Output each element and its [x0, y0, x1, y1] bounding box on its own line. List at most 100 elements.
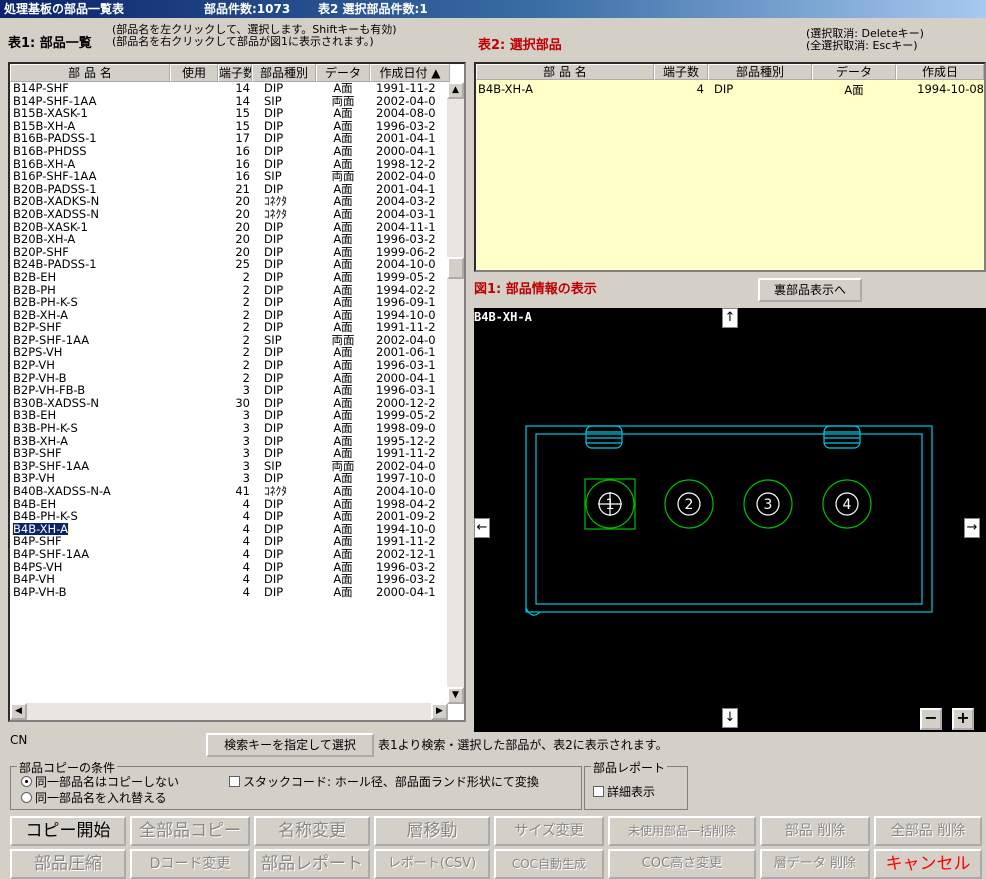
back-side-button[interactable]: 裏部品表示へ: [758, 278, 862, 302]
coc-auto-button[interactable]: COC自動生成: [494, 849, 604, 879]
table-row[interactable]: B2PS-VH 2 DIP A面 2001-06-1: [10, 346, 448, 359]
table-row[interactable]: B4P-SHF-1AA 4 DIP A面 2002-12-1: [10, 548, 448, 561]
table-row[interactable]: B2P-VH 2 DIP A面 1996-03-1: [10, 359, 448, 372]
layer-move-button[interactable]: 層移動: [374, 816, 490, 846]
parts-list-hscroll[interactable]: ◀ ▶: [10, 703, 448, 720]
table-row[interactable]: B20B-XASK-1 20 DIP A面 2004-11-1: [10, 221, 448, 234]
stack-code-checkbox[interactable]: スタックコード: ホール径、部品面ランド形状にて変換: [229, 773, 539, 790]
table-row[interactable]: B2P-VH-FB-B 3 DIP A面 1996-03-1: [10, 384, 448, 397]
radio-replace-indicator[interactable]: [21, 792, 32, 803]
search-key-button[interactable]: 検索キーを指定して選択: [206, 733, 374, 757]
scroll-thumb[interactable]: [447, 257, 464, 279]
table-row[interactable]: B16B-PHDSS 16 DIP A面 2000-04-1: [10, 145, 448, 158]
delete-all-button[interactable]: 全部品 削除: [874, 816, 982, 846]
col-header-name[interactable]: 部 品 名: [10, 64, 170, 82]
copy-start-button[interactable]: コピー開始: [10, 816, 126, 846]
table-row[interactable]: B2P-SHF 2 DIP A面 1991-11-2: [10, 321, 448, 334]
detail-display-checkbox[interactable]: 詳細表示: [593, 783, 655, 800]
parts-report-button[interactable]: 部品レポート: [254, 849, 370, 879]
radio-no-copy-indicator[interactable]: [21, 776, 32, 787]
selected-parts-list[interactable]: 部 品 名 端子数 部品種別 データ 作成日 B4B-XH-A 4 DIP A面…: [474, 62, 986, 272]
table-row[interactable]: B20B-XADKS-N 20 ｺﾈｸﾀ A面 2004-03-2: [10, 195, 448, 208]
table-row[interactable]: B2B-EH 2 DIP A面 1999-05-2: [10, 271, 448, 284]
rename-button[interactable]: 名称変更: [254, 816, 370, 846]
table-row[interactable]: B14P-SHF 14 DIP A面 1991-11-2: [10, 82, 448, 95]
table-row[interactable]: B30B-XADSS-N 30 DIP A面 2000-12-2: [10, 397, 448, 410]
cell-data-text: A面: [333, 560, 353, 574]
table-row[interactable]: B3P-SHF 3 DIP A面 1991-11-2: [10, 447, 448, 460]
col-header-type[interactable]: 部品種別: [252, 64, 316, 82]
table-row[interactable]: B20B-XH-A 20 DIP A面 1996-03-2: [10, 233, 448, 246]
report-csv-button[interactable]: レポート(CSV): [374, 849, 490, 879]
table-row[interactable]: B4B-XH-A 4 DIP A面 1994-10-0: [10, 522, 448, 536]
table-row[interactable]: B20B-PADSS-1 21 DIP A面 2001-04-1: [10, 183, 448, 196]
table-row[interactable]: B20P-SHF 20 DIP A面 1999-06-2: [10, 246, 448, 259]
latch-right: [823, 425, 861, 449]
delete-layer-data-button[interactable]: 層データ 削除: [760, 849, 870, 879]
table-row[interactable]: B14P-SHF-1AA 14 SIP 両面 2002-04-0: [10, 95, 448, 108]
table-row[interactable]: B15B-XH-A 15 DIP A面 1996-03-2: [10, 120, 448, 133]
table-row[interactable]: B4PS-VH 4 DIP A面 1996-03-2: [10, 561, 448, 574]
t2-col-data[interactable]: データ: [812, 64, 896, 80]
table-row[interactable]: B2B-PH-K-S 2 DIP A面 1996-09-1: [10, 296, 448, 309]
table-row[interactable]: B3B-XH-A 3 DIP A面 1995-12-2: [10, 435, 448, 448]
table-row[interactable]: B4B-EH 4 DIP A面 1998-04-2: [10, 498, 448, 511]
cell-pins: 3: [218, 384, 252, 397]
table-row[interactable]: B24B-PADSS-1 25 DIP A面 2004-10-0: [10, 258, 448, 271]
parts-list-vscroll[interactable]: ▲ ▼: [447, 82, 464, 704]
cell-name: B4P-SHF-1AA: [10, 548, 170, 561]
col-header-use[interactable]: 使用: [170, 64, 218, 82]
table-row[interactable]: B2P-SHF-1AA 2 SIP 両面 2002-04-0: [10, 334, 448, 347]
table-row[interactable]: B16B-XH-A 16 DIP A面 1998-12-2: [10, 158, 448, 171]
dcode-change-button[interactable]: Dコード変更: [130, 849, 250, 879]
scroll-right-button[interactable]: ▶: [431, 703, 448, 720]
table-row[interactable]: B40B-XADSS-N-A 41 ｺﾈｸﾀ A面 2004-10-0: [10, 485, 448, 498]
cancel-button[interactable]: キャンセル: [874, 849, 982, 879]
table-row[interactable]: B20B-XADSS-N 20 ｺﾈｸﾀ A面 2004-03-1: [10, 208, 448, 221]
table-row[interactable]: B4B-PH-K-S 4 DIP A面 2001-09-2: [10, 510, 448, 523]
table-row[interactable]: B16B-PADSS-1 17 DIP A面 2001-04-1: [10, 132, 448, 145]
table-row[interactable]: B4P-VH-B 4 DIP A面 2000-04-1: [10, 586, 448, 599]
coc-height-button[interactable]: COC高さ変更: [608, 849, 756, 879]
compress-button[interactable]: 部品圧縮: [10, 849, 126, 879]
part-view-canvas[interactable]: B4B-XH-A ↑ ↓ ← → − + 1 2 3 4: [474, 308, 986, 732]
col-header-pins[interactable]: 端子数: [218, 64, 252, 82]
cell-name: B16P-SHF-1AA: [10, 170, 170, 183]
table-row[interactable]: B3P-VH 3 DIP A面 1997-10-0: [10, 472, 448, 485]
t2-col-name[interactable]: 部 品 名: [476, 64, 654, 80]
cell-type: DIP: [252, 246, 316, 259]
cell-type-text: DIP: [264, 396, 284, 410]
table-row[interactable]: B16P-SHF-1AA 16 SIP 両面 2002-04-0: [10, 170, 448, 183]
table-row[interactable]: B3P-SHF-1AA 3 SIP 両面 2002-04-0: [10, 460, 448, 473]
col-header-data[interactable]: データ: [316, 64, 370, 82]
table-row[interactable]: B15B-XASK-1 15 DIP A面 2004-08-0: [10, 107, 448, 120]
table-row[interactable]: B2P-VH-B 2 DIP A面 2000-04-1: [10, 372, 448, 385]
t2-col-date[interactable]: 作成日: [896, 64, 984, 80]
t2-col-type[interactable]: 部品種別: [708, 64, 812, 80]
table-row[interactable]: B4P-VH 4 DIP A面 1996-03-2: [10, 573, 448, 586]
scroll-down-button[interactable]: ▼: [447, 687, 464, 704]
table-row[interactable]: B3B-PH-K-S 3 DIP A面 1998-09-0: [10, 422, 448, 435]
cell-use: [170, 372, 218, 385]
table-row[interactable]: B2B-XH-A 2 DIP A面 1994-10-0: [10, 309, 448, 322]
radio-no-copy[interactable]: 同一部品名はコピーしない: [21, 773, 179, 790]
col-header-date[interactable]: 作成日付 ▲: [370, 64, 450, 82]
cell-date-text: 1996-03-2: [376, 573, 436, 586]
t2-col-pins[interactable]: 端子数: [654, 64, 708, 80]
parts-list[interactable]: 部 品 名 使用 端子数 部品種別 データ 作成日付 ▲ B14P-SHF 14 D…: [8, 62, 466, 722]
cell-type: DIP: [252, 120, 316, 133]
radio-replace[interactable]: 同一部品名を入れ替える: [21, 789, 167, 806]
selected-row[interactable]: B4B-XH-A 4 DIP A面 1994-10-08: [476, 82, 984, 98]
copy-all-button[interactable]: 全部品コピー: [130, 816, 250, 846]
delete-part-button[interactable]: 部品 削除: [760, 816, 870, 846]
table-row[interactable]: B4P-SHF 4 DIP A面 1991-11-2: [10, 535, 448, 548]
table-row[interactable]: B2B-PH 2 DIP A面 1994-02-2: [10, 284, 448, 297]
stack-code-checkbox-box[interactable]: [229, 776, 240, 787]
scroll-left-button[interactable]: ◀: [10, 703, 27, 720]
delete-unused-button[interactable]: 未使用部品一括削除: [608, 816, 756, 846]
detail-display-checkbox-box[interactable]: [593, 786, 604, 797]
table-row[interactable]: B3B-EH 3 DIP A面 1999-05-2: [10, 409, 448, 422]
resize-button[interactable]: サイズ変更: [494, 816, 604, 846]
scroll-up-button[interactable]: ▲: [447, 82, 464, 99]
cell-pins-text: 20: [235, 195, 250, 208]
